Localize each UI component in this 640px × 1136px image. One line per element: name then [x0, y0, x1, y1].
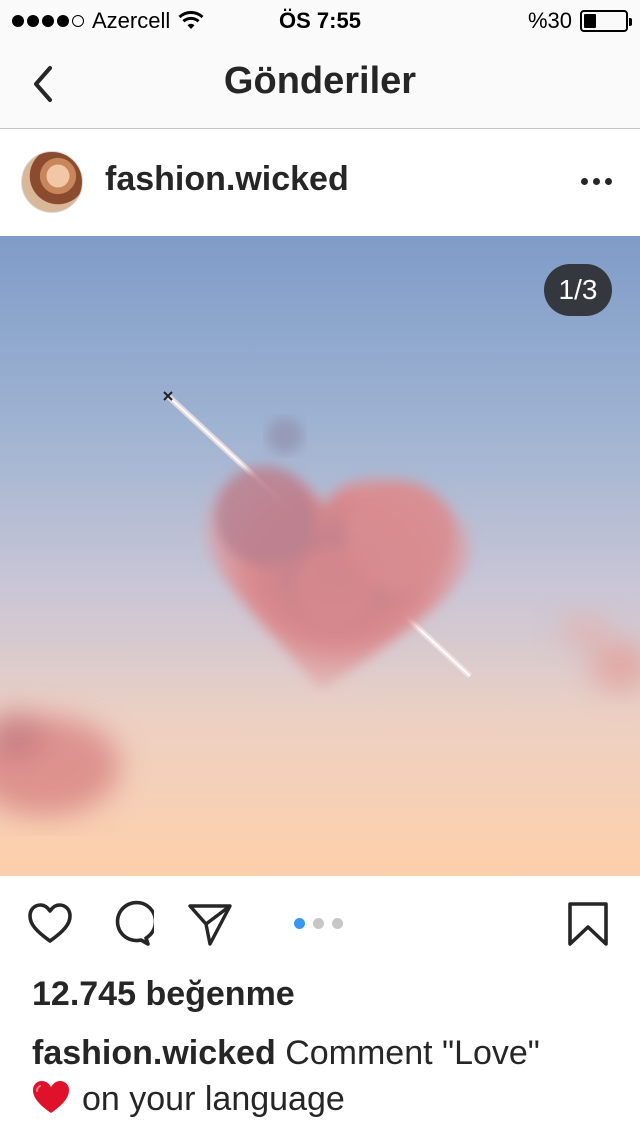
- page-title: Gönderiler: [223, 60, 417, 102]
- heart-outline-icon[interactable]: [26, 900, 74, 948]
- post-actions: [0, 876, 640, 976]
- carousel-pager: [294, 918, 343, 929]
- avatar[interactable]: [21, 151, 83, 213]
- likes-count[interactable]: 12.745 beğenme: [32, 975, 295, 1014]
- heart-cloud-image: [0, 391, 640, 876]
- pager-dot: [332, 918, 343, 929]
- post-header: fashion.wicked: [0, 130, 640, 235]
- battery-level: [584, 14, 596, 28]
- navigation-bar: Gönderiler: [0, 40, 640, 129]
- battery-percent: %30: [527, 8, 572, 33]
- post-photo[interactable]: 1/3: [0, 236, 640, 876]
- caption-username[interactable]: fashion.wicked: [32, 1034, 276, 1072]
- paper-plane-icon[interactable]: [186, 900, 234, 948]
- battery-icon: [580, 10, 632, 32]
- caption-text-continued: on your language: [82, 1080, 345, 1118]
- image-counter: 1/3: [544, 264, 612, 316]
- caption-text: Comment "Love": [285, 1034, 540, 1072]
- status-right: %30: [527, 8, 632, 34]
- more-horizontal-icon[interactable]: [581, 178, 612, 185]
- post-caption: fashion.wicked Comment "Love" on your la…: [32, 1030, 622, 1122]
- bookmark-icon[interactable]: [564, 900, 612, 948]
- status-bar: Azercell ÖS 7:55 %30: [0, 0, 640, 40]
- pager-dot: [294, 918, 305, 929]
- red-heart-icon: [33, 1081, 69, 1113]
- comment-bubble-icon[interactable]: [106, 900, 154, 948]
- pager-dot: [313, 918, 324, 929]
- post-username[interactable]: fashion.wicked: [105, 160, 349, 199]
